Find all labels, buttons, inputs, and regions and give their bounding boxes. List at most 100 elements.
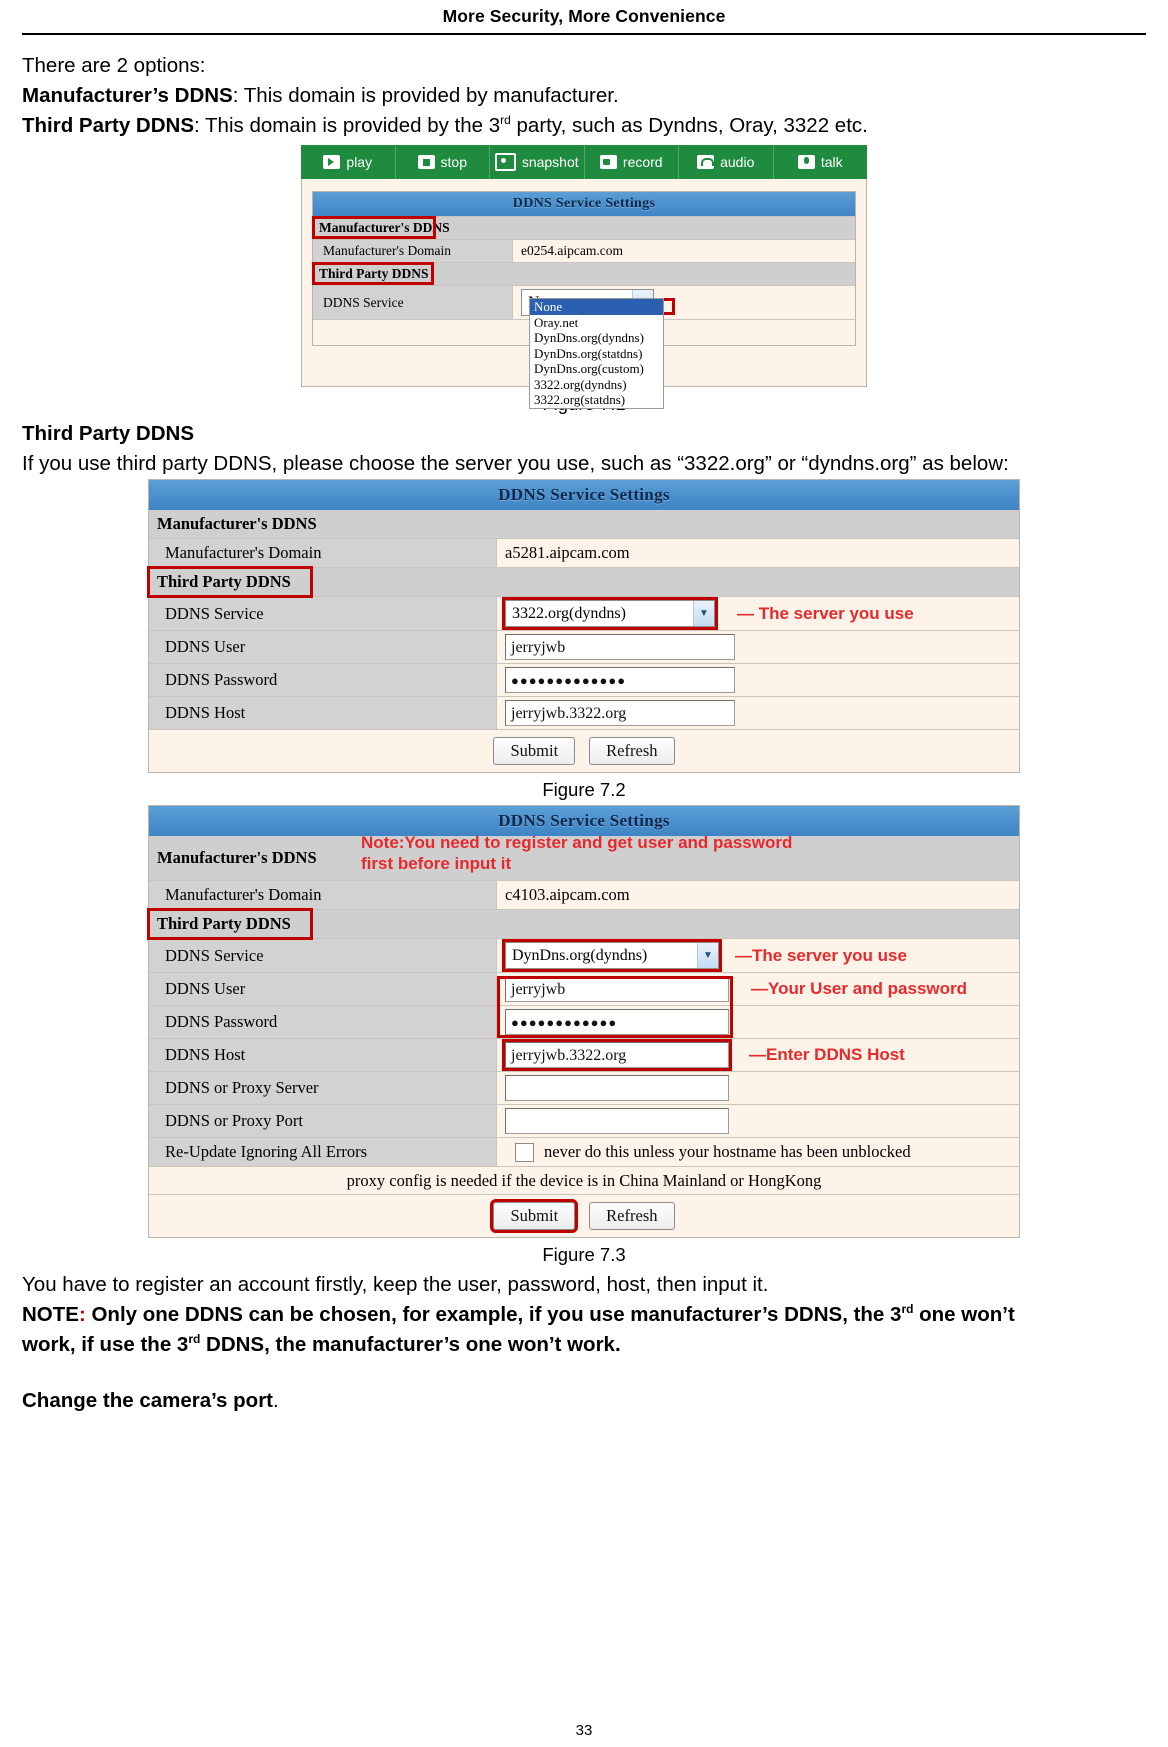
figure-7-3: DDNS Service Settings Manufacturer's DDN… [147, 805, 1020, 1238]
fig73-annotation-host: —Enter DDNS Host [749, 1045, 905, 1064]
third-party-ddns-desc-b: party, such as Dyndns, Oray, 3322 etc. [510, 114, 868, 137]
fig71-option-2[interactable]: DynDns.org(dyndns) [530, 330, 663, 346]
fig71-option-1[interactable]: Oray.net [530, 315, 663, 331]
fig72-panel: DDNS Service Settings Manufacturer's DDN… [147, 479, 1020, 773]
fig71-option-6[interactable]: 3322.org(statdns) [530, 392, 663, 408]
note-text-d: DDNS, the manufacturer’s one won’t work. [200, 1333, 621, 1356]
toolbar-label-play: play [346, 154, 373, 170]
toolbar-button-play[interactable]: play [301, 145, 396, 179]
fig72-service-select[interactable]: 3322.org(dyndns) ▼ [502, 597, 718, 630]
fig71-service-dropdown-list[interactable]: None Oray.net DynDns.org(dyndns) DynDns.… [529, 298, 664, 409]
fig71-section-manufacturer: Manufacturer's DDNS [313, 217, 855, 239]
fig72-service-label: DDNS Service [149, 597, 497, 630]
manufacturer-ddns-desc: : This domain is provided by manufacture… [232, 84, 619, 107]
note-text-a: Only one DDNS can be chosen, for example… [85, 1303, 902, 1326]
manufacturer-ddns-term: Manufacturer’s DDNS [22, 84, 233, 107]
play-icon [323, 155, 341, 169]
fig72-row-user: DDNS User jerryjwb [149, 630, 1019, 663]
fig72-service-select-value: 3322.org(dyndns) [512, 604, 626, 622]
fig72-host-input[interactable]: jerryjwb.3322.org [505, 700, 735, 726]
fig71-section-thirdparty-row: Third Party DDNS [312, 262, 855, 285]
fig73-password-input[interactable]: ●●●●●●●●●●●● [505, 1009, 729, 1035]
fig73-row-domain: Manufacturer's Domain c4103.aipcam.com [149, 880, 1019, 909]
outro-note-line-2: work, if use the 3rd DDNS, the manufactu… [22, 1330, 1146, 1360]
note-label: NOTE [22, 1303, 79, 1326]
third-party-ddns-paragraph: If you use third party DDNS, please choo… [22, 452, 1009, 475]
figure-7-2-caption: Figure 7.2 [542, 779, 626, 800]
figure-7-2: DDNS Service Settings Manufacturer's DDN… [147, 479, 1020, 773]
fig73-panel: DDNS Service Settings Manufacturer's DDN… [147, 805, 1020, 1238]
intro-line-1: There are 2 options: [22, 54, 206, 77]
fig71-row-domain: Manufacturer's Domain e0254.aipcam.com [313, 239, 855, 262]
fig72-refresh-button[interactable]: Refresh [589, 737, 675, 765]
outro-note-line-1: NOTE: Only one DDNS can be chosen, for e… [22, 1300, 1146, 1330]
intro-line-2: Manufacturer’s DDNS: This domain is prov… [22, 81, 1146, 111]
change-camera-port-bold: Change the camera’s port [22, 1389, 274, 1412]
fig73-user-input[interactable]: jerryjwb [505, 976, 729, 1002]
fig71-panel: DDNS Service Settings Manufacturer's DDN… [301, 179, 867, 409]
toolbar-button-snapshot[interactable]: snapshot [490, 145, 585, 179]
toolbar-label-record: record [622, 154, 663, 170]
fig73-password-label: DDNS Password [149, 1006, 497, 1038]
fig73-service-select[interactable]: DynDns.org(dyndns) ▼ [502, 939, 722, 972]
page-header-title: More Security, More Convenience [442, 6, 726, 26]
fig72-user-label: DDNS User [149, 631, 497, 663]
fig73-refresh-button[interactable]: Refresh [589, 1202, 675, 1230]
audio-icon [697, 155, 715, 169]
note-colon: : [78, 1303, 86, 1326]
snapshot-icon [494, 153, 516, 171]
fig73-proxy-port-input[interactable] [505, 1108, 729, 1134]
fig72-annotation-server: — The server you use [737, 603, 914, 623]
fig73-reupdate-checkbox[interactable] [515, 1142, 534, 1162]
section-heading-third-party-ddns: Third Party DDNS [22, 422, 194, 445]
fig72-password-input[interactable]: ●●●●●●●●●●●●● [505, 667, 735, 693]
fig72-user-input[interactable]: jerryjwb [505, 634, 735, 660]
fig73-submit-button[interactable]: Submit [490, 1199, 579, 1233]
fig71-option-3[interactable]: DynDns.org(statdns) [530, 346, 663, 362]
fig72-section-thirdparty-row: Third Party DDNS [147, 566, 1019, 598]
fig72-row-domain: Manufacturer's Domain a5281.aipcam.com [149, 538, 1019, 567]
toolbar-button-stop[interactable]: stop [396, 145, 490, 179]
third-party-ddns-desc-a: : This domain is provided by the 3 [194, 114, 501, 137]
fig71-option-5[interactable]: 3322.org(dyndns) [530, 377, 663, 393]
intro-line-3: Third Party DDNS: This domain is provide… [22, 111, 1146, 141]
fig73-service-select-value: DynDns.org(dyndns) [512, 946, 648, 964]
fig73-proxy-server-input[interactable] [505, 1075, 729, 1101]
toolbar-button-audio[interactable]: audio [679, 145, 774, 179]
toolbar-button-record[interactable]: record [585, 145, 679, 179]
fig73-proxy-server-label: DDNS or Proxy Server [149, 1072, 497, 1104]
chevron-down-icon: ▼ [697, 943, 718, 968]
fig71-panel-title: DDNS Service Settings [313, 192, 855, 216]
fig73-row-password: DDNS Password ●●●●●●●●●●●● [149, 976, 1019, 1038]
fig72-button-row: Submit Refresh [149, 729, 1019, 772]
fig73-section-thirdparty-row: Third Party DDNS [147, 908, 1019, 940]
fig72-submit-button[interactable]: Submit [493, 737, 576, 765]
fig73-proxy-note: proxy config is needed if the device is … [346, 1170, 822, 1190]
fig73-row-proxy-server: DDNS or Proxy Server [149, 1071, 1019, 1104]
fig72-row-service: DDNS Service 3322.org(dyndns) ▼ — The se… [149, 596, 1019, 630]
fig72-section-thirdparty: Third Party DDNS [149, 568, 1019, 596]
toolbar-button-talk[interactable]: talk [774, 145, 868, 179]
fig71-option-4[interactable]: DynDns.org(custom) [530, 361, 663, 377]
stop-icon [417, 155, 435, 169]
fig73-annotation-server: —The server you use [735, 945, 907, 965]
fig73-domain-value: c4103.aipcam.com [505, 885, 630, 904]
fig73-host-input[interactable]: jerryjwb.3322.org [502, 1039, 732, 1071]
fig73-row-host: DDNS Host jerryjwb.3322.org —Enter DDNS … [149, 1038, 1019, 1071]
fig73-annotation-note: Note:You need to register and get user a… [361, 832, 792, 874]
change-camera-port-rest: . [273, 1389, 279, 1412]
fig73-reupdate-label: Re-Update Ignoring All Errors [149, 1138, 497, 1166]
fig73-proxy-port-label: DDNS or Proxy Port [149, 1105, 497, 1137]
note-text-b: one won’t [913, 1303, 1015, 1326]
fig71-option-0[interactable]: None [530, 299, 663, 315]
fig71-service-label: DDNS Service [313, 286, 513, 319]
note-ordinal-1: rd [901, 1302, 914, 1317]
fig72-domain-value: a5281.aipcam.com [505, 543, 630, 562]
fig71-domain-value: e0254.aipcam.com [521, 243, 623, 258]
toolbar-label-snapshot: snapshot [521, 154, 579, 170]
fig73-annotation-note-line1: Note:You need to register and get user a… [361, 833, 793, 852]
note-text-c: work, if use the 3 [22, 1333, 189, 1356]
ordinal-suffix: rd [500, 113, 511, 128]
third-party-ddns-term: Third Party DDNS [22, 114, 194, 137]
fig73-row-user: DDNS User jerryjwb —Your User and passwo… [149, 972, 1019, 1005]
